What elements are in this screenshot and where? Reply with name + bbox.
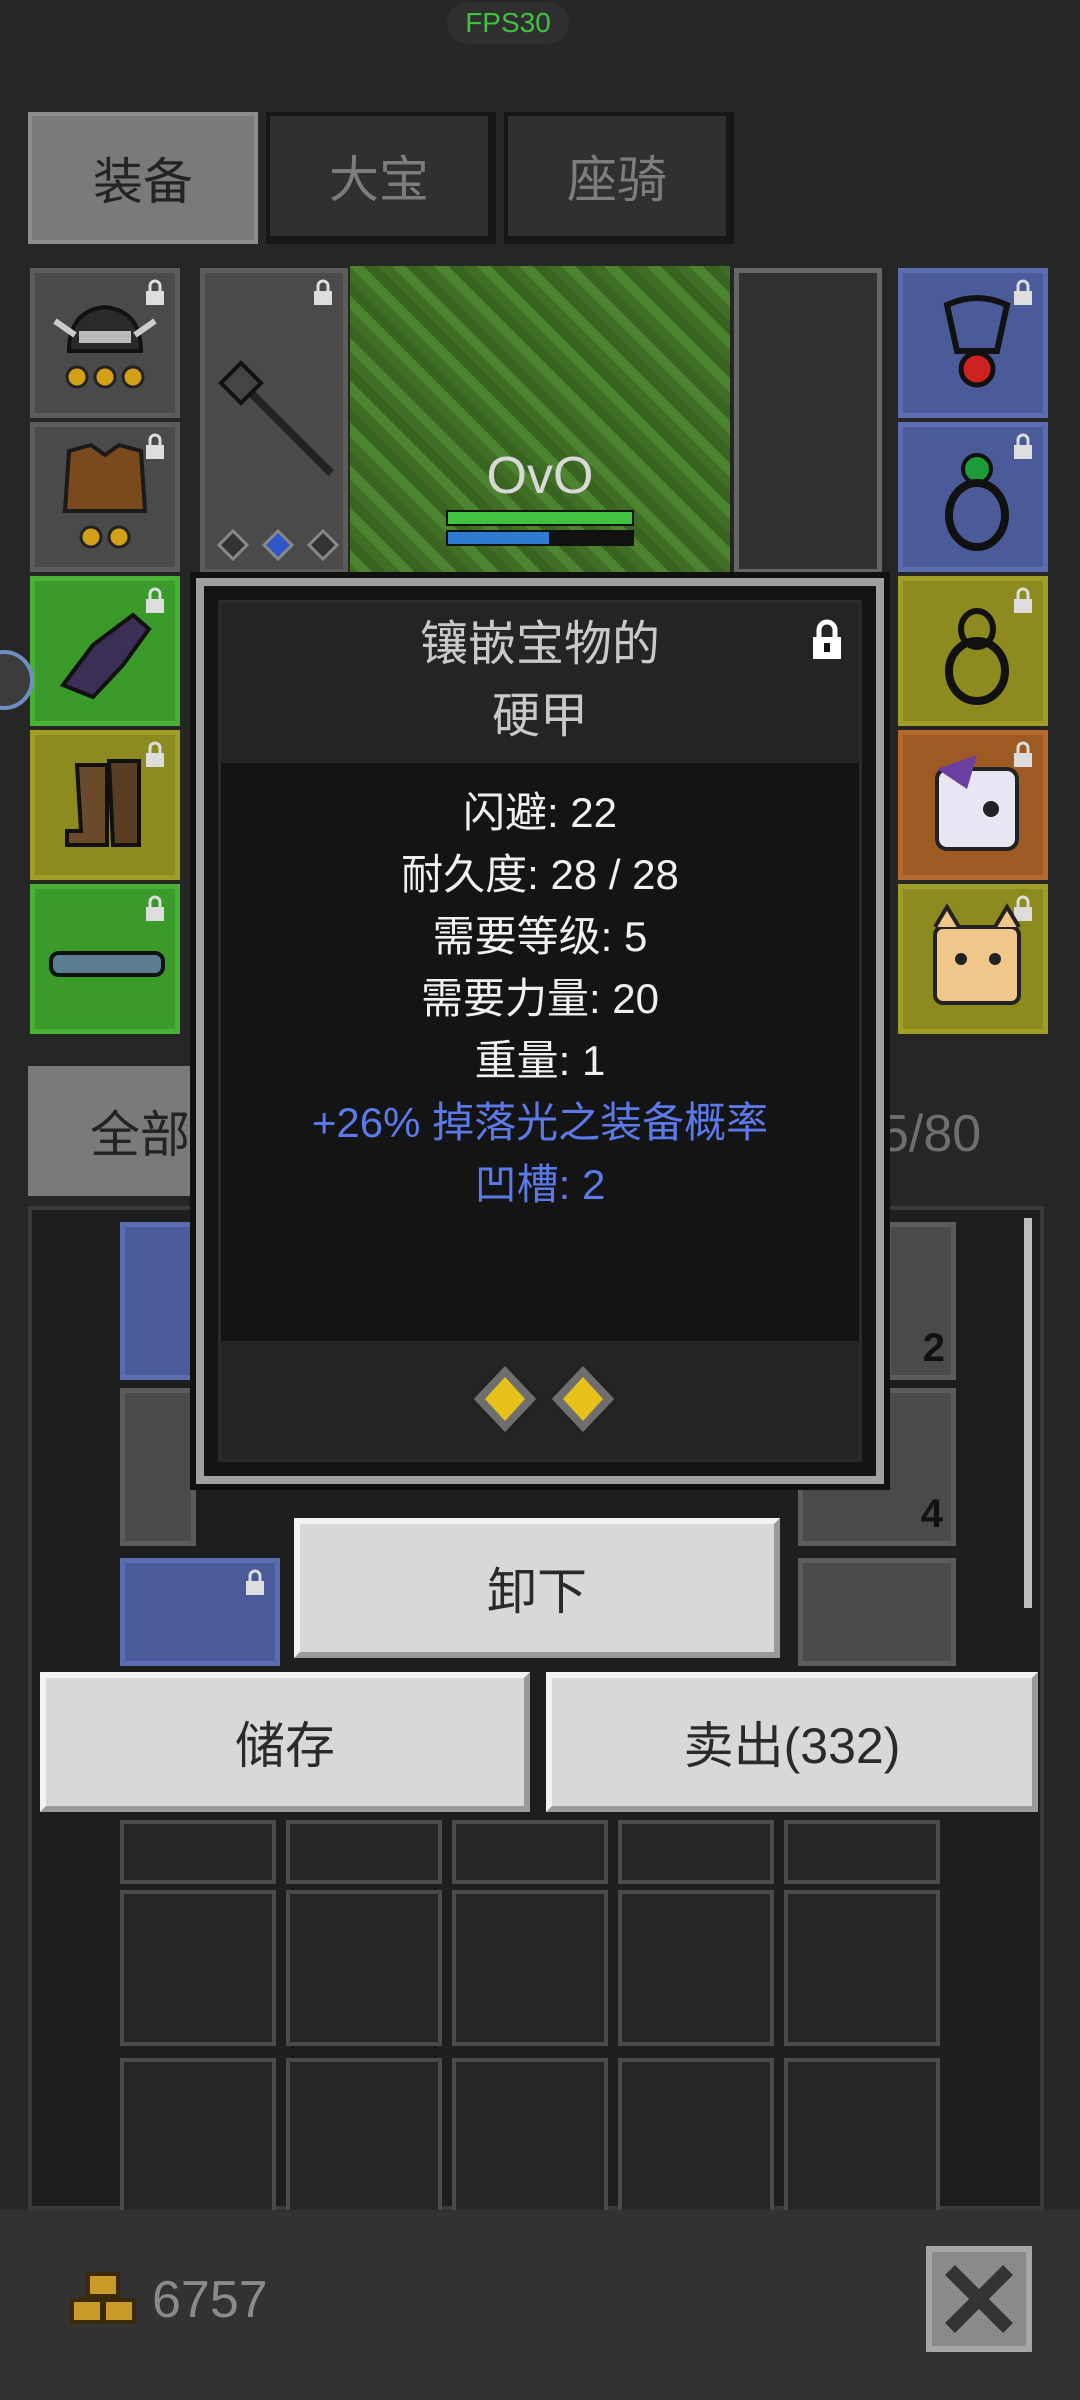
stat-required-level: 需要等级: 5 (432, 913, 648, 960)
inventory-item[interactable]: 2 (886, 1222, 956, 1380)
inventory-slot[interactable] (618, 1890, 774, 2046)
item-name: 硬甲 (491, 690, 588, 743)
magic-property: +26% 掉落光之装备概率 (311, 1099, 769, 1146)
belt-icon (49, 951, 165, 977)
stat-dodge: 闪避: 22 (462, 789, 618, 836)
inventory-item-sword[interactable] (120, 1222, 196, 1380)
inventory-slot[interactable] (452, 2058, 608, 2214)
side-bubble[interactable] (0, 650, 34, 710)
slot-belt[interactable] (30, 884, 180, 1034)
slot-ring-2[interactable] (898, 576, 1048, 726)
helmet-icon (53, 304, 157, 389)
ring-icon (945, 453, 1009, 551)
lock-icon (246, 1569, 264, 1595)
slot-helmet[interactable] (30, 268, 180, 418)
item-count: 4 (920, 1492, 943, 1536)
close-icon (945, 2265, 1013, 2333)
lock-icon[interactable] (809, 619, 845, 663)
ring-icon (945, 608, 1009, 705)
scrollbar[interactable] (1024, 1218, 1032, 1608)
armor-icon (62, 442, 148, 549)
necklace-icon (943, 295, 1011, 388)
inventory-slot[interactable] (784, 2058, 940, 2214)
boots-icon (65, 759, 141, 847)
socket-bar (221, 1341, 859, 1459)
slot-weapon[interactable] (200, 268, 348, 574)
inventory-slot[interactable] (452, 1820, 608, 1884)
tab-mount[interactable]: 座骑 (504, 112, 734, 244)
slot-gloves[interactable] (30, 576, 180, 726)
sell-button[interactable]: 卖出(332) (546, 1672, 1038, 1812)
item-count: 2 (922, 1326, 945, 1370)
inventory-slot[interactable] (452, 1890, 608, 2046)
slot-ring-1[interactable] (898, 422, 1048, 572)
fps-counter: FPS30 (447, 2, 569, 44)
inventory-slot[interactable] (286, 1890, 442, 2046)
hp-bar (446, 510, 634, 526)
slot-empty[interactable] (734, 268, 882, 574)
gold-amount: 6757 (152, 2271, 268, 2329)
cat-icon (933, 903, 1021, 1005)
gem-sockets-icon (468, 1360, 620, 1438)
stat-weight: 重量: 1 (474, 1037, 606, 1084)
inventory-slot[interactable] (618, 1820, 774, 1884)
tab-treasure[interactable]: 大宝 (266, 112, 496, 244)
inventory-capacity: 5/80 (880, 1105, 982, 1163)
inventory-slot[interactable] (120, 1820, 276, 1884)
slot-necklace[interactable] (898, 268, 1048, 418)
mp-bar (446, 530, 634, 546)
inventory-item-scroll[interactable] (798, 1558, 956, 1666)
item-prefix: 镶嵌宝物的 (419, 618, 660, 671)
socket-count: 凹槽: 2 (474, 1161, 606, 1208)
inventory-item-ring[interactable] (120, 1558, 280, 1666)
lock-icon (146, 895, 164, 921)
filter-all[interactable]: 全部 (28, 1066, 208, 1196)
character-name: OvO (486, 447, 594, 505)
inventory-slot[interactable] (286, 2058, 442, 2214)
stat-durability: 耐久度: 28 / 28 (401, 851, 679, 898)
unequip-button[interactable]: 卸下 (294, 1518, 780, 1658)
glove-icon (59, 612, 152, 700)
slot-pet-1[interactable] (898, 730, 1048, 880)
gold-icon (70, 2272, 136, 2324)
lock-icon (314, 279, 332, 305)
unicorn-icon (935, 755, 1019, 851)
inventory-slot[interactable] (784, 1890, 940, 2046)
slot-armor[interactable] (30, 422, 180, 572)
mace-icon (218, 360, 334, 476)
inventory-slot[interactable] (286, 1820, 442, 1884)
inventory-item[interactable] (120, 1388, 196, 1546)
inventory-slot[interactable] (120, 1890, 276, 2046)
socket-icons (216, 528, 340, 562)
close-button[interactable] (926, 2246, 1032, 2352)
inventory-slot[interactable] (618, 2058, 774, 2214)
store-button[interactable]: 储存 (40, 1672, 530, 1812)
slot-boots[interactable] (30, 730, 180, 880)
slot-pet-2[interactable] (898, 884, 1048, 1034)
tab-equipment[interactable]: 装备 (28, 112, 258, 244)
inventory-slot[interactable] (120, 2058, 276, 2214)
item-tooltip: 镶嵌宝物的 硬甲 闪避: 22 耐久度: 28 / 28 需要等级: 5 需要力… (196, 578, 884, 1484)
stat-required-strength: 需要力量: 20 (420, 975, 660, 1022)
inventory-slot[interactable] (784, 1820, 940, 1884)
item-title: 镶嵌宝物的 硬甲 (221, 603, 859, 763)
